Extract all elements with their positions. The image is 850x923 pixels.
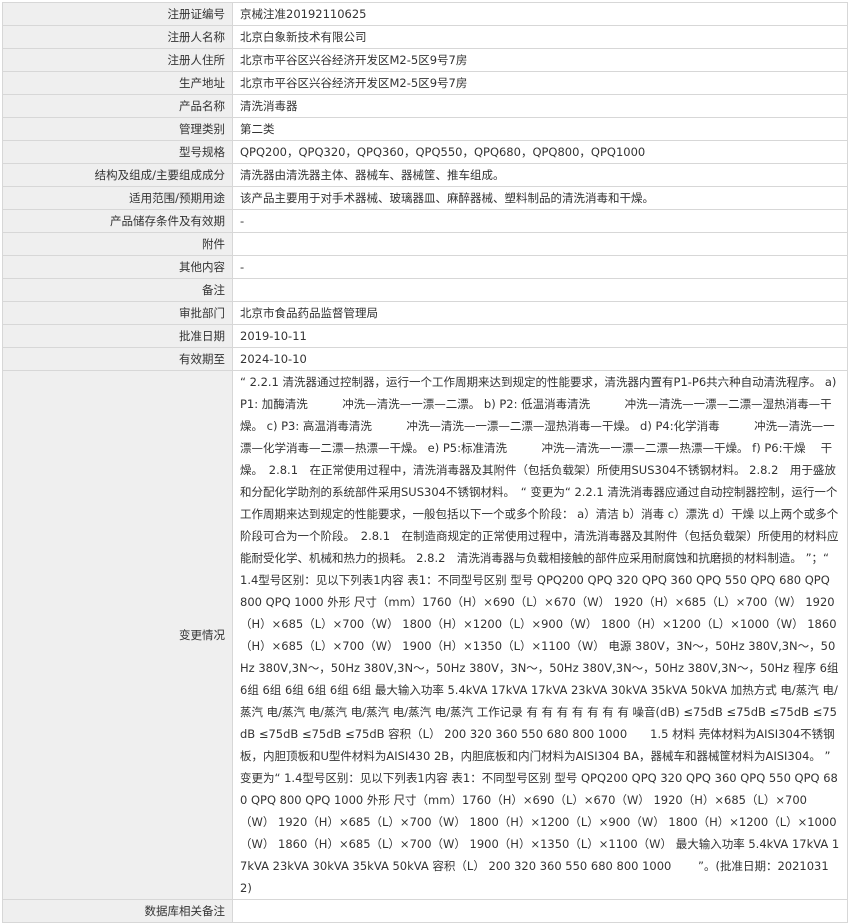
label-change-record: 变更情况 — [2, 370, 233, 900]
row-management-category: 管理类别 第二类 — [2, 117, 848, 141]
value-storage: - — [232, 209, 848, 233]
value-registrant-name: 北京白象新技术有限公司 — [232, 25, 848, 49]
label-approval-date: 批准日期 — [2, 324, 233, 348]
value-approval-date: 2019-10-11 — [232, 324, 848, 348]
label-product-name: 产品名称 — [2, 94, 233, 118]
value-registrant-address: 北京市平谷区兴谷经济开发区M2-5区9号7房 — [232, 48, 848, 72]
value-remark — [232, 278, 848, 302]
row-change-record: 变更情况 “ 2.2.1 清洗器通过控制器，运行一个工作周期来达到规定的性能要求，… — [2, 370, 848, 900]
value-production-address: 北京市平谷区兴谷经济开发区M2-5区9号7房 — [232, 71, 848, 95]
value-database-remark — [232, 899, 848, 923]
label-intended-use: 适用范围/预期用途 — [2, 186, 233, 210]
value-approval-dept: 北京市食品药品监督管理局 — [232, 301, 848, 325]
value-structure: 清洗器由清洗器主体、器械车、器械筐、推车组成。 — [232, 163, 848, 187]
value-registration-number: 京械注准20192110625 — [232, 2, 848, 26]
row-database-remark: 数据库相关备注 — [2, 899, 848, 923]
label-structure: 结构及组成/主要组成成分 — [2, 163, 233, 187]
label-registrant-address: 注册人住所 — [2, 48, 233, 72]
row-model-spec: 型号规格 QPQ200，QPQ320，QPQ360，QPQ550，QPQ680，Q… — [2, 140, 848, 164]
row-other: 其他内容 - — [2, 255, 848, 279]
label-management-category: 管理类别 — [2, 117, 233, 141]
label-registrant-name: 注册人名称 — [2, 25, 233, 49]
row-approval-date: 批准日期 2019-10-11 — [2, 324, 848, 348]
value-attachment — [232, 232, 848, 256]
label-database-remark: 数据库相关备注 — [2, 899, 233, 923]
value-change-record: “ 2.2.1 清洗器通过控制器，运行一个工作周期来达到规定的性能要求，清洗器内… — [232, 370, 848, 900]
label-production-address: 生产地址 — [2, 71, 233, 95]
value-other: - — [232, 255, 848, 279]
row-valid-until: 有效期至 2024-10-10 — [2, 347, 848, 371]
label-model-spec: 型号规格 — [2, 140, 233, 164]
label-valid-until: 有效期至 — [2, 347, 233, 371]
row-product-name: 产品名称 清洗消毒器 — [2, 94, 848, 118]
row-registrant-address: 注册人住所 北京市平谷区兴谷经济开发区M2-5区9号7房 — [2, 48, 848, 72]
label-attachment: 附件 — [2, 232, 233, 256]
row-approval-dept: 审批部门 北京市食品药品监督管理局 — [2, 301, 848, 325]
row-intended-use: 适用范围/预期用途 该产品主要用于对手术器械、玻璃器皿、麻醉器械、塑料制品的清洗消… — [2, 186, 848, 210]
registration-table-body: 注册证编号 京械注准20192110625 注册人名称 北京白象新技术有限公司 注册… — [2, 2, 848, 923]
row-storage: 产品储存条件及有效期 - — [2, 209, 848, 233]
value-model-spec: QPQ200，QPQ320，QPQ360，QPQ550，QPQ680，QPQ80… — [232, 140, 848, 164]
registration-table: 注册证编号 京械注准20192110625 注册人名称 北京白象新技术有限公司 注册… — [2, 2, 848, 923]
value-management-category: 第二类 — [232, 117, 848, 141]
label-remark: 备注 — [2, 278, 233, 302]
row-production-address: 生产地址 北京市平谷区兴谷经济开发区M2-5区9号7房 — [2, 71, 848, 95]
label-registration-number: 注册证编号 — [2, 2, 233, 26]
label-approval-dept: 审批部门 — [2, 301, 233, 325]
row-attachment: 附件 — [2, 232, 848, 256]
label-storage: 产品储存条件及有效期 — [2, 209, 233, 233]
row-registrant-name: 注册人名称 北京白象新技术有限公司 — [2, 25, 848, 49]
value-product-name: 清洗消毒器 — [232, 94, 848, 118]
row-registration-number: 注册证编号 京械注准20192110625 — [2, 2, 848, 26]
label-other: 其他内容 — [2, 255, 233, 279]
row-structure: 结构及组成/主要组成成分 清洗器由清洗器主体、器械车、器械筐、推车组成。 — [2, 163, 848, 187]
value-valid-until: 2024-10-10 — [232, 347, 848, 371]
value-intended-use: 该产品主要用于对手术器械、玻璃器皿、麻醉器械、塑料制品的清洗消毒和干燥。 — [232, 186, 848, 210]
row-remark: 备注 — [2, 278, 848, 302]
